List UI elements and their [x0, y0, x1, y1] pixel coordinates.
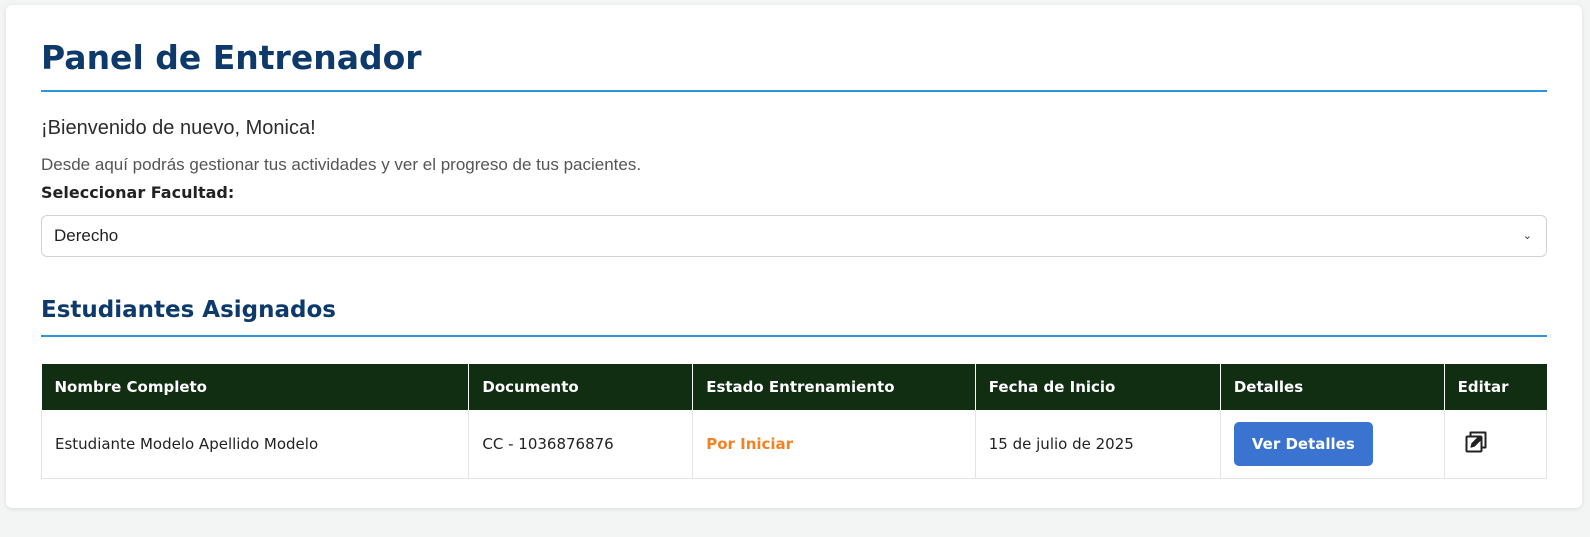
view-details-button[interactable]: Ver Detalles — [1233, 421, 1373, 466]
chevron-down-icon: ⌄ — [1522, 229, 1532, 242]
column-header-name: Nombre Completo — [41, 364, 470, 410]
column-header-document: Documento — [468, 364, 694, 410]
welcome-description: Desde aquí podrás gestionar tus activida… — [41, 155, 642, 174]
welcome-message: ¡Bienvenido de nuevo, Monica! — [41, 117, 316, 139]
student-details-cell: Ver Detalles — [1219, 410, 1445, 479]
faculty-select-label: Seleccionar Facultad: — [41, 183, 235, 202]
trainer-panel-card: Panel de Entrenador ¡Bienvenido de nuevo… — [6, 5, 1582, 508]
status-badge: Por Iniciar — [706, 434, 794, 453]
student-document: CC - 1036876876 — [468, 410, 694, 479]
column-header-details: Detalles — [1220, 364, 1445, 410]
students-table: Nombre Completo Documento Estado Entrena… — [40, 364, 1548, 479]
page-title: Panel de Entrenador — [41, 38, 422, 77]
students-section-title: Estudiantes Asignados — [41, 297, 336, 323]
student-edit-cell — [1443, 410, 1548, 479]
student-name: Estudiante Modelo Apellido Modelo — [40, 410, 470, 479]
faculty-select[interactable]: Derecho ⌄ — [41, 215, 1547, 257]
student-start-date: 15 de julio de 2025 — [974, 410, 1221, 479]
section-divider — [41, 335, 1547, 337]
column-header-edit: Editar — [1444, 364, 1547, 410]
student-status: Por Iniciar — [692, 410, 976, 479]
table-header-row: Nombre Completo Documento Estado Entrena… — [41, 364, 1547, 410]
table-row: Estudiante Modelo Apellido Modelo CC - 1… — [40, 410, 1548, 479]
title-divider — [41, 90, 1547, 92]
column-header-status: Estado Entrenamiento — [692, 364, 976, 410]
edit-square-icon[interactable] — [1464, 430, 1488, 454]
faculty-select-value: Derecho — [54, 226, 119, 245]
column-header-start-date: Fecha de Inicio — [975, 364, 1221, 410]
